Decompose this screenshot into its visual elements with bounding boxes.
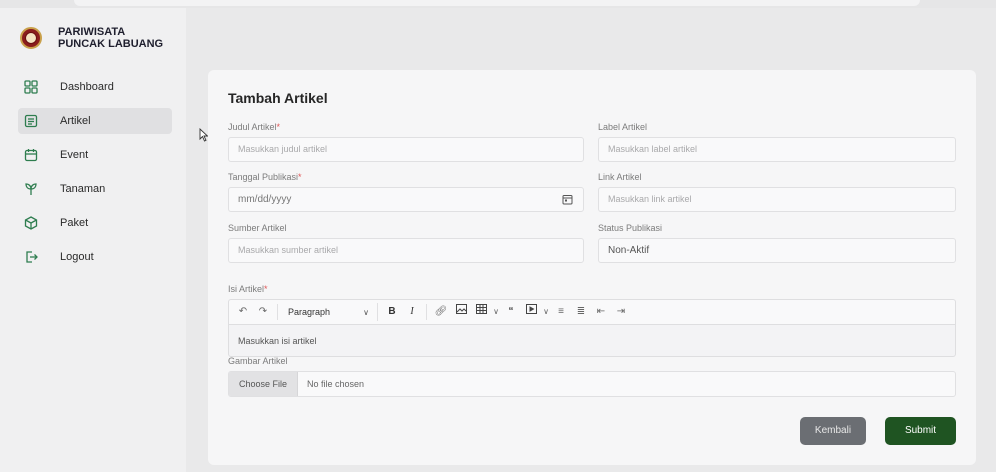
sumber-input[interactable]: Masukkan sumber artikel	[228, 238, 584, 263]
isi-editor: Isi Artikel* ↶ ↷ Paragraph ∨ B I 🔗︎ ∨ “	[228, 284, 956, 357]
link-field: Link Artikel Masukkan link artikel	[598, 172, 956, 212]
italic-icon[interactable]: I	[402, 303, 422, 321]
undo-icon[interactable]: ↶	[233, 303, 253, 321]
calendar-picker-icon[interactable]	[562, 194, 573, 205]
sidebar-item-tanaman[interactable]: Tanaman	[18, 176, 172, 202]
tanggal-placeholder: mm/dd/yyyy	[238, 194, 292, 205]
bold-icon[interactable]: B	[382, 303, 402, 321]
outdent-icon[interactable]: ⇤	[591, 303, 611, 321]
chevron-down-icon[interactable]: ∨	[491, 303, 501, 321]
tanggal-input[interactable]: mm/dd/yyyy	[228, 187, 584, 212]
sumber-label: Sumber Artikel	[228, 223, 287, 233]
chevron-down-icon: ∨	[363, 307, 369, 317]
status-label: Status Publikasi	[598, 223, 663, 233]
paragraph-select[interactable]: Paragraph ∨	[282, 303, 378, 321]
top-bar	[0, 0, 996, 8]
back-button[interactable]: Kembali	[800, 417, 866, 445]
label-artikel-field: Label Artikel Masukkan label artikel	[598, 122, 956, 162]
link-icon[interactable]: 🔗︎	[431, 303, 451, 321]
dashboard-icon	[24, 80, 38, 94]
article-icon	[24, 114, 38, 128]
indent-icon[interactable]: ⇥	[611, 303, 631, 321]
brand-logo	[20, 27, 42, 49]
sidebar-item-paket[interactable]: Paket	[18, 210, 172, 236]
sidebar-item-label: Tanaman	[60, 183, 106, 195]
sumber-field: Sumber Artikel Masukkan sumber artikel	[228, 223, 584, 263]
isi-label: Isi Artikel	[228, 284, 265, 294]
status-field: Status Publikasi Non-Aktif	[598, 223, 956, 263]
sidebar-item-label: Logout	[60, 251, 94, 263]
gambar-label: Gambar Artikel	[228, 356, 288, 366]
bulleted-list-icon[interactable]: ≡	[551, 303, 571, 321]
plant-icon	[24, 182, 38, 196]
file-status: No file chosen	[307, 379, 365, 389]
tanggal-label: Tanggal Publikasi	[228, 172, 299, 182]
sidebar-item-label: Artikel	[60, 115, 91, 127]
logout-icon	[24, 250, 38, 264]
sidebar-nav: Dashboard Artikel Event Tanaman Paket Lo…	[18, 74, 172, 278]
paragraph-select-label: Paragraph	[288, 307, 331, 317]
brand[interactable]: PARIWISATA PUNCAK LABUANG	[20, 26, 168, 50]
sidebar-item-dashboard[interactable]: Dashboard	[18, 74, 172, 100]
judul-input[interactable]: Masukkan judul artikel	[228, 137, 584, 162]
label-artikel-input[interactable]: Masukkan label artikel	[598, 137, 956, 162]
link-input[interactable]: Masukkan link artikel	[598, 187, 956, 212]
required-mark: *	[298, 172, 302, 182]
judul-label: Judul Artikel	[228, 122, 277, 132]
sidebar-item-label: Event	[60, 149, 89, 161]
sidebar-item-label: Dashboard	[60, 81, 114, 93]
image-upload-icon[interactable]	[451, 303, 471, 321]
choose-file-button[interactable]: Choose File	[229, 372, 299, 396]
add-article-card: Tambah Artikel Judul Artikel* Masukkan j…	[208, 70, 976, 465]
numbered-list-icon[interactable]: ≣	[571, 303, 591, 321]
required-mark: *	[264, 284, 268, 294]
status-select[interactable]: Non-Aktif	[598, 238, 956, 263]
redo-icon[interactable]: ↷	[253, 303, 273, 321]
table-icon[interactable]	[471, 303, 491, 321]
chevron-down-icon[interactable]: ∨	[541, 303, 551, 321]
blockquote-icon[interactable]: “	[501, 303, 521, 321]
sidebar-item-label: Paket	[60, 217, 89, 229]
required-mark: *	[276, 122, 281, 132]
tanggal-field: Tanggal Publikasi* mm/dd/yyyy	[228, 172, 584, 212]
sidebar: PARIWISATA PUNCAK LABUANG Dashboard Arti…	[0, 8, 186, 472]
media-embed-icon[interactable]	[521, 303, 541, 321]
calendar-icon	[24, 148, 38, 162]
sidebar-item-artikel[interactable]: Artikel	[18, 108, 172, 134]
link-label: Link Artikel	[598, 172, 642, 182]
editor-content[interactable]: Masukkan isi artikel	[228, 325, 956, 357]
sidebar-item-event[interactable]: Event	[18, 142, 172, 168]
label-artikel-label: Label Artikel	[598, 122, 648, 132]
judul-field: Judul Artikel* Masukkan judul artikel	[228, 122, 584, 162]
brand-name: PARIWISATA PUNCAK LABUANG	[58, 26, 164, 50]
page-title: Tambah Artikel	[228, 90, 328, 106]
file-input[interactable]: Choose File No file chosen	[228, 371, 956, 397]
sidebar-item-logout[interactable]: Logout	[18, 244, 172, 270]
top-bar-inner	[74, 0, 920, 6]
package-icon	[24, 216, 38, 230]
gambar-field: Gambar Artikel Choose File No file chose…	[228, 356, 956, 397]
submit-button[interactable]: Submit	[885, 417, 956, 445]
editor-toolbar: ↶ ↷ Paragraph ∨ B I 🔗︎ ∨ “ ∨ ≡ ≣ ⇤ ⇥	[228, 299, 956, 325]
